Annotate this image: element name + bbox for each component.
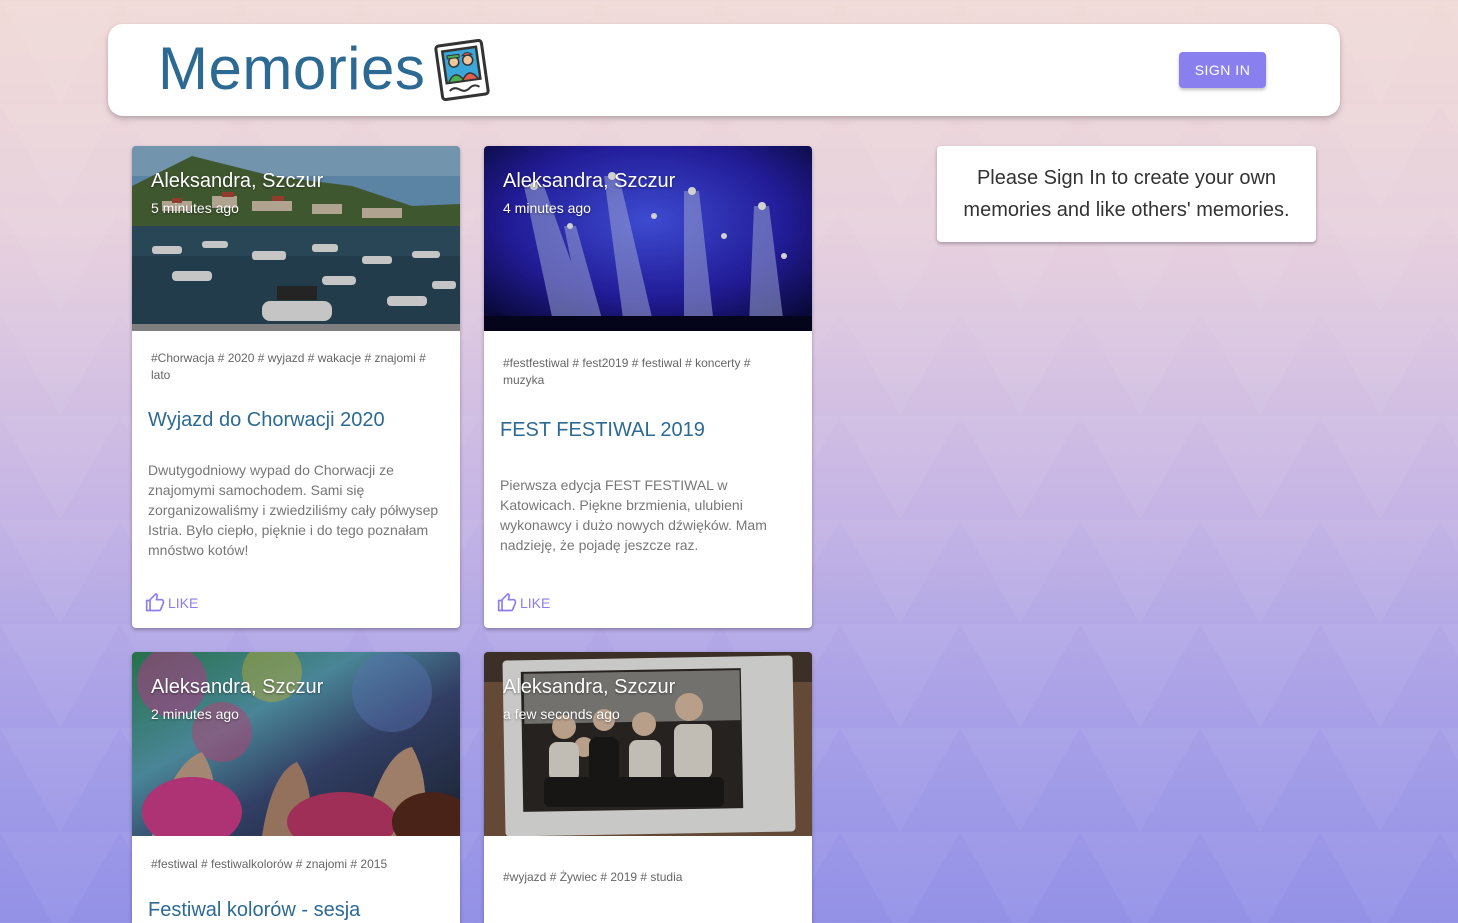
post-time: 5 minutes ago bbox=[151, 200, 239, 216]
post-author: Aleksandra, Szczur bbox=[151, 676, 324, 698]
like-button[interactable]: LIKE bbox=[145, 593, 198, 613]
thumb-up-icon bbox=[497, 593, 517, 612]
post-tags: #Chorwacja # 2020 # wyjazd # wakacje # z… bbox=[151, 351, 426, 382]
post-card: Aleksandra, Szczur a few seconds ago #wy… bbox=[484, 652, 812, 923]
like-label: LIKE bbox=[168, 595, 199, 611]
post-tags: #festiwal # festiwalkolorów # znajomi # … bbox=[151, 857, 388, 871]
app-bar: Memories SIGN IN bbox=[108, 24, 1340, 116]
post-image: Aleksandra, Szczur 5 minutes ago bbox=[132, 146, 460, 331]
post-author: Aleksandra, Szczur bbox=[503, 676, 676, 698]
post-tags: #wyjazd # Żywiec # 2019 # studia bbox=[503, 870, 683, 884]
post-card: Aleksandra, Szczur 5 minutes ago #Chorwa… bbox=[132, 146, 460, 628]
post-image: Aleksandra, Szczur a few seconds ago bbox=[484, 652, 812, 836]
like-label: LIKE bbox=[520, 595, 551, 611]
post-time: a few seconds ago bbox=[503, 706, 620, 722]
post-author: Aleksandra, Szczur bbox=[151, 170, 324, 192]
post-time: 2 minutes ago bbox=[151, 706, 239, 722]
like-button[interactable]: LIKE bbox=[497, 593, 550, 613]
post-author: Aleksandra, Szczur bbox=[503, 170, 676, 192]
sign-in-notice: Please Sign In to create your own memori… bbox=[937, 146, 1316, 242]
thumb-up-icon bbox=[145, 593, 165, 612]
sign-in-button[interactable]: SIGN IN bbox=[1179, 52, 1266, 88]
post-time: 4 minutes ago bbox=[503, 200, 591, 216]
post-image: Aleksandra, Szczur 4 minutes ago bbox=[484, 146, 812, 331]
post-card: Aleksandra, Szczur 4 minutes ago #festfe… bbox=[484, 146, 812, 628]
post-title: Wyjazd do Chorwacji 2020 bbox=[148, 409, 385, 431]
post-image: Aleksandra, Szczur 2 minutes ago bbox=[132, 652, 460, 836]
post-card: Aleksandra, Szczur 2 minutes ago #festiw… bbox=[132, 652, 460, 923]
post-title: FEST FESTIWAL 2019 bbox=[500, 419, 705, 441]
photo-memories-icon bbox=[434, 39, 490, 101]
app-title: Memories bbox=[158, 35, 426, 102]
post-message: Pierwsza edycja FEST FESTIWAL w Katowica… bbox=[500, 477, 767, 553]
post-title: Festiwal kolorów - sesja bbox=[148, 899, 361, 921]
post-tags: #festfestiwal # fest2019 # festiwal # ko… bbox=[503, 356, 751, 387]
post-message: Dwutygodniowy wypad do Chorwacji ze znaj… bbox=[148, 462, 439, 558]
